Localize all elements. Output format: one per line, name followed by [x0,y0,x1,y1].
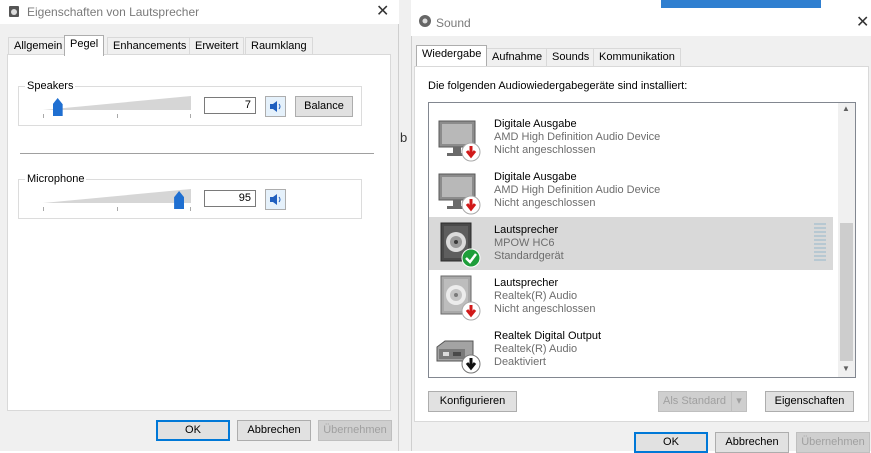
list-item-selected[interactable]: Lautsprecher MPOW HC6 Standardgerät [429,217,833,270]
properties-button[interactable]: Eigenschaften [765,391,854,412]
list-item[interactable]: Lautsprecher Realtek(R) Audio Nicht ange… [429,270,833,323]
instruction-text: Die folgenden Audiowiedergabegeräte sind… [428,80,688,92]
background-window-top [411,0,661,8]
window-title: Eigenschaften von Lautsprecher [27,5,200,19]
list-item[interactable]: Digitale Ausgabe AMD High Definition Aud… [429,164,833,217]
scrollbar-thumb[interactable] [840,223,853,361]
tab-wiedergabe[interactable]: Wiedergabe [416,45,488,66]
slider-tick [190,207,191,211]
scroll-down-icon[interactable]: ▼ [842,364,850,373]
microphone-label: Microphone [25,173,87,185]
device-name: Lautsprecher [494,224,559,236]
configure-button[interactable]: Konfigurieren [428,391,517,412]
tab-aufnahme[interactable]: Aufnahme [486,48,549,66]
slider-tick [43,114,44,118]
set-default-button[interactable]: Als Standard ▾ [658,391,747,412]
device-status: Nicht angeschlossen [494,303,596,315]
cancel-button[interactable]: Abbrechen [715,432,789,453]
device-name: Realtek Digital Output [494,330,601,342]
speakers-label: Speakers [25,80,76,92]
default-device-check-icon [461,248,481,271]
device-status: Nicht angeschlossen [494,197,596,209]
disconnected-badge-icon [461,301,481,324]
tab-allgemein[interactable]: Allgemein [8,37,69,55]
background-window-edge [399,0,411,451]
device-status: Deaktiviert [494,356,546,368]
background-window-accent [661,0,821,8]
slider-tick [117,114,118,118]
microphone-level-input[interactable]: 95 [204,190,256,207]
tab-enhancements[interactable]: Enhancements [107,37,193,55]
tab-pegel[interactable]: Pegel [64,35,105,56]
device-name: Lautsprecher [494,277,559,289]
balance-button[interactable]: Balance [295,96,353,117]
cancel-button[interactable]: Abbrechen [237,420,311,441]
ok-button[interactable]: OK [634,432,708,453]
background-window-top [821,0,871,8]
microphone-mute-button[interactable] [265,189,286,210]
close-icon[interactable]: ✕ [376,1,389,21]
speaker-volume-icon [270,101,281,112]
apply-button[interactable]: Übernehmen [318,420,392,441]
slider-tick [117,207,118,211]
vertical-scrollbar[interactable]: ▲ ▼ [838,103,855,377]
speakers-level-input[interactable]: 7 [204,97,256,114]
speakers-slider-track [43,96,191,110]
device-driver: MPOW HC6 [494,237,555,249]
list-item[interactable]: Realtek Digital Output Realtek(R) Audio … [429,323,833,376]
level-meter [814,223,826,263]
device-list[interactable]: Digitale Ausgabe AMD High Definition Aud… [428,102,856,378]
disconnected-badge-icon [461,195,481,218]
list-item[interactable]: Digitale Ausgabe AMD High Definition Aud… [429,111,833,164]
device-status: Nicht angeschlossen [494,144,596,156]
device-driver: AMD High Definition Audio Device [494,131,661,143]
speaker-app-icon [8,5,20,18]
speaker-volume-icon [270,194,281,205]
sound-app-icon [418,14,432,28]
tab-kommunikation[interactable]: Kommunikation [593,48,681,66]
microphone-slider-track [43,189,191,203]
window-title: Sound [436,16,471,30]
tab-erweitert[interactable]: Erweitert [189,37,245,55]
ok-button[interactable]: OK [156,420,230,441]
device-status: Standardgerät [494,250,564,262]
right-titlebar[interactable]: Sound ✕ [411,8,871,36]
disconnected-badge-icon [461,142,481,165]
slider-tick [190,114,191,118]
device-name: Digitale Ausgabe [494,171,577,183]
divider [20,153,374,154]
background-text: b [400,130,408,145]
speakers-mute-button[interactable] [265,96,286,117]
apply-button[interactable]: Übernehmen [796,432,870,453]
device-driver: Realtek(R) Audio [494,343,578,355]
device-driver: Realtek(R) Audio [494,290,578,302]
close-icon[interactable]: ✕ [856,12,869,32]
tab-sounds[interactable]: Sounds [546,48,596,66]
chevron-down-icon[interactable]: ▾ [731,392,746,411]
set-default-label: Als Standard [663,395,726,407]
disabled-badge-icon [461,354,481,377]
left-titlebar[interactable]: Eigenschaften von Lautsprecher ✕ [0,0,399,24]
device-name: Digitale Ausgabe [494,118,577,130]
tab-raumklang[interactable]: Raumklang [245,37,313,55]
slider-tick [43,207,44,211]
scroll-up-icon[interactable]: ▲ [842,104,850,113]
device-driver: AMD High Definition Audio Device [494,184,661,196]
